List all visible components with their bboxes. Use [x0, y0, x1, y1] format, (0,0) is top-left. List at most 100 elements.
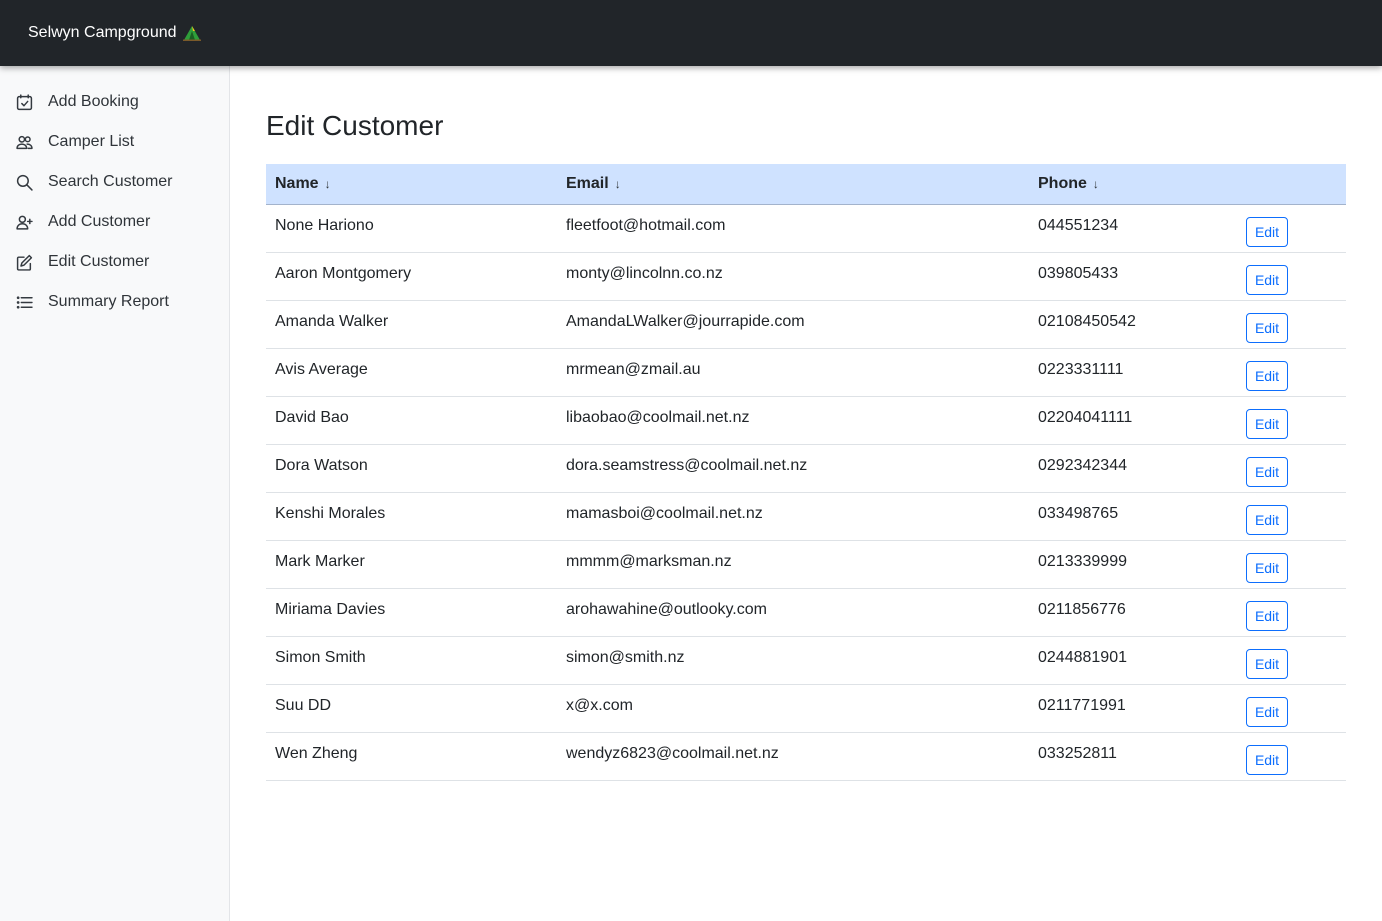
sidebar-item-label: Summary Report — [48, 293, 169, 310]
edit-button[interactable]: Edit — [1246, 552, 1288, 583]
edit-button[interactable]: Edit — [1246, 456, 1288, 487]
sidebar-item-label: Search Customer — [48, 173, 173, 190]
edit-button[interactable]: Edit — [1246, 504, 1288, 535]
customer-name: Kenshi Morales — [275, 504, 386, 522]
table-row: Simon Smith simon@smith.nz 0244881901 Edit — [266, 636, 1346, 684]
table-row: Wen Zheng wendyz6823@coolmail.net.nz 03325… — [266, 732, 1346, 780]
table-body: None Hariono fleetfoot@hotmail.com 0445512… — [266, 204, 1346, 780]
customer-phone: 0211856776 — [1038, 600, 1126, 618]
action-column-header — [1237, 164, 1346, 205]
table-row: None Hariono fleetfoot@hotmail.com 0445512… — [266, 204, 1346, 252]
brand-title: Selwyn Campground — [28, 24, 177, 41]
action-cell: Edit — [1237, 348, 1346, 396]
table-row: David Bao libaobao@coolmail.net.nz 0220404… — [266, 396, 1346, 444]
sidebar-item-label: Add Booking — [48, 93, 139, 110]
sidebar-item-add-customer[interactable]: Add Customer — [0, 202, 229, 242]
customer-email: monty@lincolnn.co.nz — [566, 264, 723, 282]
customer-email: mmmm@marksman.nz — [566, 552, 732, 570]
customer-email: arohawahine@outlooky.com — [566, 600, 767, 618]
sidebar-item-label: Edit Customer — [48, 253, 150, 270]
table-row: Aaron Montgomery monty@lincolnn.co.nz 0398… — [266, 252, 1346, 300]
table-row: Suu DD x@x.com 0211771991 Edit — [266, 684, 1346, 732]
calendar-check-icon — [15, 93, 33, 111]
sidebar-item-label: Add Customer — [48, 213, 151, 230]
edit-button[interactable]: Edit — [1246, 600, 1288, 631]
customer-email: dora.seamstress@coolmail.net.nz — [566, 456, 808, 474]
customer-name: Wen Zheng — [275, 744, 358, 762]
action-cell: Edit — [1237, 492, 1346, 540]
customer-name: Miriama Davies — [275, 600, 386, 618]
customer-phone: 02204041111 — [1038, 408, 1133, 426]
customer-phone: 033498765 — [1038, 504, 1119, 522]
main-content: Edit Customer Name↓ Email↓ Phone↓ Non — [266, 66, 1346, 781]
sort-down-icon: ↓ — [1092, 176, 1099, 191]
edit-button[interactable]: Edit — [1246, 312, 1288, 343]
customer-email: mrmean@zmail.au — [566, 360, 701, 378]
list-icon — [15, 293, 33, 311]
person-plus-icon — [15, 213, 33, 231]
search-icon — [15, 173, 33, 191]
sidebar-item-search-customer[interactable]: Search Customer — [0, 162, 229, 202]
customer-phone: 0244881901 — [1038, 648, 1127, 666]
sidebar-item-summary-report[interactable]: Summary Report — [0, 282, 229, 322]
edit-button[interactable]: Edit — [1246, 360, 1288, 391]
table-row: Mark Marker mmmm@marksman.nz 0213339999 Edi… — [266, 540, 1346, 588]
edit-button[interactable]: Edit — [1246, 264, 1288, 295]
customer-email: x@x.com — [566, 696, 633, 714]
customer-name: Dora Watson — [275, 456, 368, 474]
action-cell: Edit — [1237, 300, 1346, 348]
customer-email: mamasboi@coolmail.net.nz — [566, 504, 763, 522]
table-row: Miriama Davies arohawahine@outlooky.com 02… — [266, 588, 1346, 636]
action-cell: Edit — [1237, 252, 1346, 300]
customer-phone: 0211771991 — [1038, 696, 1126, 714]
brand-link[interactable]: Selwyn Campground — [28, 24, 201, 42]
customer-phone: 0223331111 — [1038, 360, 1124, 378]
sidebar-item-label: Camper List — [48, 133, 135, 150]
customer-name: Suu DD — [275, 696, 332, 714]
customer-name: David Bao — [275, 408, 349, 426]
customer-name: Simon Smith — [275, 648, 366, 666]
customer-name: Avis Average — [275, 360, 368, 378]
customer-name: None Hariono — [275, 216, 374, 234]
action-cell: Edit — [1237, 732, 1346, 780]
customer-name: Amanda Walker — [275, 312, 389, 330]
customer-email: simon@smith.nz — [566, 648, 685, 666]
edit-button[interactable]: Edit — [1246, 696, 1288, 727]
edit-button[interactable]: Edit — [1246, 216, 1288, 247]
pencil-square-icon — [15, 253, 33, 271]
action-cell: Edit — [1237, 444, 1346, 492]
sort-down-icon: ↓ — [324, 176, 331, 191]
customer-phone: 02108450542 — [1038, 312, 1136, 330]
action-cell: Edit — [1237, 204, 1346, 252]
customer-email: fleetfoot@hotmail.com — [566, 216, 726, 234]
customer-email: AmandaLWalker@jourrapide.com — [566, 312, 805, 330]
table-row: Amanda Walker AmandaLWalker@jourrapide.co… — [266, 300, 1346, 348]
action-cell: Edit — [1237, 588, 1346, 636]
top-navbar: Selwyn Campground — [0, 0, 1382, 66]
sidebar-item-add-booking[interactable]: Add Booking — [0, 82, 229, 122]
name-column-header[interactable]: Name ↓ — [266, 164, 557, 205]
edit-button[interactable]: Edit — [1246, 408, 1288, 439]
customer-phone: 039805433 — [1038, 264, 1119, 282]
customer-email: libaobao@coolmail.net.nz — [566, 408, 750, 426]
table-header-row: Name ↓ Email ↓ Phone ↓ — [266, 164, 1346, 205]
action-cell: Edit — [1237, 636, 1346, 684]
sidebar: Add Booking Camper List Search Customer … — [0, 66, 230, 921]
sidebar-item-edit-customer[interactable]: Edit Customer — [0, 242, 229, 282]
action-cell: Edit — [1237, 684, 1346, 732]
sidebar-item-camper-list[interactable]: Camper List — [0, 122, 229, 162]
page-title: Edit Customer — [266, 110, 444, 141]
customer-phone: 033252811 — [1038, 744, 1117, 762]
edit-button[interactable]: Edit — [1246, 744, 1288, 775]
customer-name: Mark Marker — [275, 552, 365, 570]
customer-phone: 044551234 — [1038, 216, 1119, 234]
table-row: Dora Watson dora.seamstress@coolmail.net.… — [266, 444, 1346, 492]
table-row: Avis Average mrmean@zmail.au 0223331111 Edi… — [266, 348, 1346, 396]
edit-button[interactable]: Edit — [1246, 648, 1288, 679]
customer-name: Aaron Montgomery — [275, 264, 412, 282]
phone-column-header[interactable]: Phone ↓ — [1029, 164, 1237, 205]
customer-phone: 0213339999 — [1038, 552, 1127, 570]
customers-table: Name ↓ Email ↓ Phone ↓ None Hariono fleetfoo… — [266, 164, 1346, 781]
email-column-header[interactable]: Email ↓ — [557, 164, 1029, 205]
customer-phone: 0292342344 — [1038, 456, 1127, 474]
